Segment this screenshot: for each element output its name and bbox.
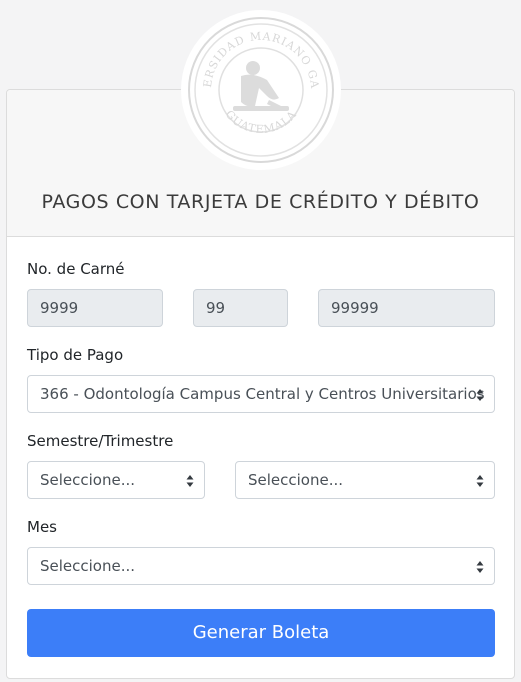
tipo-pago-select[interactable]: 366 - Odontología Campus Central y Centr…	[27, 375, 495, 413]
university-seal-logo: UNIVERSIDAD MARIANO GALVEZ GUATEMALA	[181, 10, 341, 170]
trimestre-select[interactable]: Seleccione...	[235, 461, 495, 499]
select-caret-icon	[476, 474, 484, 488]
generar-boleta-button[interactable]: Generar Boleta	[27, 609, 495, 657]
semestre-value: Seleccione...	[40, 471, 136, 489]
page-title: PAGOS CON TARJETA DE CRÉDITO Y DÉBITO	[41, 191, 480, 213]
mes-select[interactable]: Seleccione...	[27, 547, 495, 585]
tipo-pago-label: Tipo de Pago	[27, 346, 124, 364]
carne-part1-input[interactable]: 9999	[27, 289, 163, 327]
select-caret-icon	[186, 474, 194, 488]
select-caret-icon	[476, 388, 484, 402]
semestre-select[interactable]: Seleccione...	[27, 461, 205, 499]
trimestre-value: Seleccione...	[248, 471, 344, 489]
carne-label: No. de Carné	[27, 260, 125, 278]
mes-label: Mes	[27, 518, 57, 536]
semestre-label: Semestre/Trimestre	[27, 432, 174, 450]
select-caret-icon	[476, 560, 484, 574]
mes-value: Seleccione...	[40, 557, 136, 575]
carne-part2-input[interactable]: 99	[193, 289, 288, 327]
carne-part3-input[interactable]: 99999	[318, 289, 495, 327]
tipo-pago-value: 366 - Odontología Campus Central y Centr…	[40, 385, 485, 403]
